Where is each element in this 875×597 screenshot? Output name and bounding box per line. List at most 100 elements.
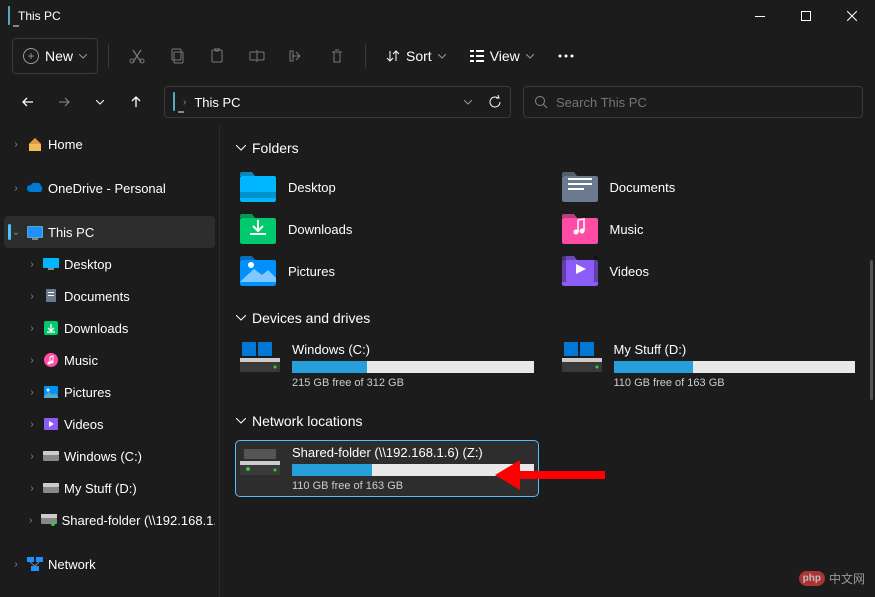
chevron-down-icon: ⌄	[10, 227, 22, 238]
chevron-down-icon	[438, 54, 446, 59]
folder-label: Documents	[610, 180, 676, 195]
pc-icon	[173, 93, 175, 111]
folder-item[interactable]: Documents	[558, 168, 860, 206]
close-button[interactable]	[829, 0, 875, 32]
chevron-right-icon: ›	[26, 451, 38, 462]
search-bar[interactable]	[523, 86, 863, 118]
sidebar-item-mystuff-d[interactable]: › My Stuff (D:)	[4, 472, 215, 504]
sidebar-item-documents[interactable]: › Documents	[4, 280, 215, 312]
sidebar-item-label: Home	[48, 137, 83, 152]
folder-icon	[240, 172, 276, 202]
sidebar-item-network[interactable]: › Network	[4, 548, 215, 580]
sidebar-item-label: Network	[48, 557, 96, 572]
pictures-icon	[42, 383, 60, 401]
chevron-down-icon	[526, 54, 534, 59]
sidebar-item-label: OneDrive - Personal	[48, 181, 166, 196]
desktop-icon	[42, 255, 60, 273]
sidebar: › Home › OneDrive - Personal ⌄ This PC ›…	[0, 124, 220, 597]
folder-label: Pictures	[288, 264, 335, 279]
sidebar-item-home[interactable]: › Home	[4, 128, 215, 160]
drive-item[interactable]: My Stuff (D:)110 GB free of 163 GB	[558, 338, 860, 393]
ellipsis-icon	[558, 54, 574, 58]
back-button[interactable]	[12, 86, 44, 118]
sidebar-item-thispc[interactable]: ⌄ This PC	[4, 216, 215, 248]
section-drives[interactable]: Devices and drives	[236, 310, 859, 326]
chevron-right-icon: ›	[26, 483, 38, 494]
drive-icon	[562, 342, 602, 374]
cloud-icon	[26, 179, 44, 197]
music-icon	[42, 351, 60, 369]
drive-free-text: 110 GB free of 163 GB	[614, 377, 856, 389]
sidebar-item-label: Downloads	[64, 321, 128, 336]
sidebar-item-videos[interactable]: › Videos	[4, 408, 215, 440]
more-button[interactable]	[548, 38, 584, 74]
minimize-button[interactable]	[737, 0, 783, 32]
copy-button	[159, 38, 195, 74]
drive-icon	[42, 447, 60, 465]
breadcrumb[interactable]: This PC	[194, 95, 240, 110]
network-drive-item[interactable]: Shared-folder (\\192.168.1.6) (Z:)110 GB…	[236, 441, 538, 496]
up-button[interactable]	[120, 86, 152, 118]
search-input[interactable]	[556, 95, 852, 110]
separator	[108, 44, 109, 68]
window-title: This PC	[18, 9, 61, 23]
watermark: php 中文网	[799, 570, 865, 587]
plus-icon: +	[23, 48, 39, 64]
refresh-icon[interactable]	[488, 95, 502, 109]
maximize-button[interactable]	[783, 0, 829, 32]
view-button[interactable]: View	[460, 38, 544, 74]
drive-name: Windows (C:)	[292, 342, 534, 357]
chevron-right-icon: ›	[10, 559, 22, 570]
navbar: › This PC	[0, 80, 875, 124]
sidebar-item-downloads[interactable]: › Downloads	[4, 312, 215, 344]
separator	[365, 44, 366, 68]
folder-icon	[562, 256, 598, 286]
folder-item[interactable]: Pictures	[236, 252, 538, 290]
chevron-right-icon: ›	[10, 183, 22, 194]
folder-item[interactable]: Music	[558, 210, 860, 248]
forward-button	[48, 86, 80, 118]
section-label: Folders	[252, 140, 299, 156]
search-icon	[534, 95, 548, 109]
section-label: Devices and drives	[252, 310, 370, 326]
pc-icon	[26, 223, 44, 241]
view-icon	[470, 49, 484, 63]
folder-label: Desktop	[288, 180, 336, 195]
sidebar-item-onedrive[interactable]: › OneDrive - Personal	[4, 172, 215, 204]
network-icon	[26, 555, 44, 573]
sidebar-item-music[interactable]: › Music	[4, 344, 215, 376]
chevron-right-icon: ›	[26, 291, 38, 302]
address-bar[interactable]: › This PC	[164, 86, 511, 118]
sort-button[interactable]: Sort	[376, 38, 456, 74]
section-network[interactable]: Network locations	[236, 413, 859, 429]
sidebar-item-shared-z[interactable]: › Shared-folder (\\192.168.1.6) (Z:)	[4, 504, 215, 536]
home-icon	[26, 135, 44, 153]
folder-item[interactable]: Videos	[558, 252, 860, 290]
videos-icon	[42, 415, 60, 433]
breadcrumb-separator: ›	[183, 97, 186, 108]
watermark-text: 中文网	[829, 570, 865, 587]
chevron-down-icon[interactable]	[464, 100, 472, 105]
sidebar-item-windows-c[interactable]: › Windows (C:)	[4, 440, 215, 472]
content-area: Folders Desktop Documents Downloads Music Pi…	[220, 124, 875, 597]
folder-item[interactable]: Desktop	[236, 168, 538, 206]
drive-free-text: 110 GB free of 163 GB	[292, 480, 534, 492]
folder-item[interactable]: Downloads	[236, 210, 538, 248]
folder-icon	[240, 214, 276, 244]
sidebar-item-desktop[interactable]: › Desktop	[4, 248, 215, 280]
new-label: New	[45, 48, 73, 64]
folder-icon	[562, 172, 598, 202]
sort-label: Sort	[406, 48, 432, 64]
section-folders[interactable]: Folders	[236, 140, 859, 156]
folder-label: Videos	[610, 264, 650, 279]
new-button[interactable]: + New	[12, 38, 98, 74]
folder-label: Music	[610, 222, 644, 237]
sidebar-item-pictures[interactable]: › Pictures	[4, 376, 215, 408]
folder-label: Downloads	[288, 222, 352, 237]
chevron-down-icon	[79, 54, 87, 59]
chevron-down-icon	[236, 315, 246, 321]
recent-button[interactable]	[84, 86, 116, 118]
chevron-down-icon	[236, 145, 246, 151]
drive-usage-bar	[292, 464, 534, 476]
drive-item[interactable]: Windows (C:)215 GB free of 312 GB	[236, 338, 538, 393]
